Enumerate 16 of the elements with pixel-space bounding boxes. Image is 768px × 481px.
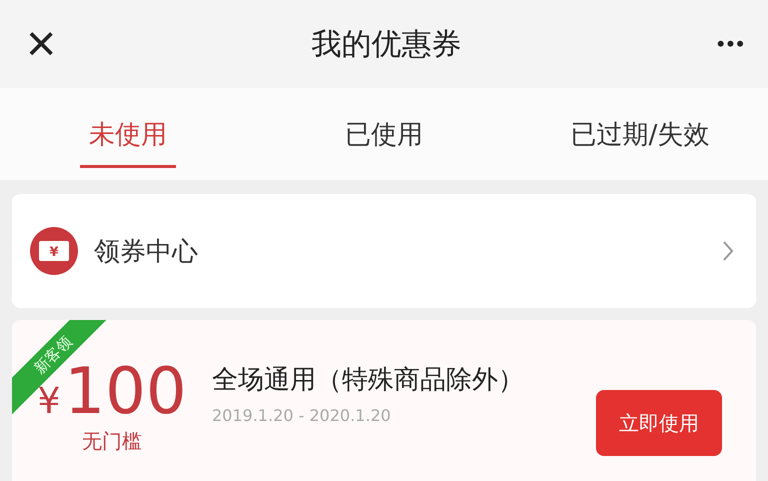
coupon-amount: 100 [64,360,187,424]
tab[interactable]: 未使用 [0,88,256,180]
coupon-center-label: 领券中心 [94,236,199,268]
currency-symbol: ¥ [37,381,60,422]
use-now-button[interactable]: 立即使用 [596,390,722,456]
coupon-center-row[interactable]: ¥ 领券中心 [12,194,756,308]
more-button[interactable]: ••• [716,31,746,57]
coupon-title: 全场通用（特殊商品除外） [212,364,525,397]
coupon-condition: 无门槛 [82,428,142,455]
coupon-icon: ¥ [30,227,78,275]
close-button[interactable]: × [26,18,56,70]
chevron-right-icon [722,240,734,262]
tab[interactable]: 已过期/失效 [512,88,768,180]
tab[interactable]: 已使用 [256,88,512,180]
page-title: 我的优惠券 [312,26,462,64]
validity-period: 2019.1.20 - 2020.1.20 [212,406,392,425]
